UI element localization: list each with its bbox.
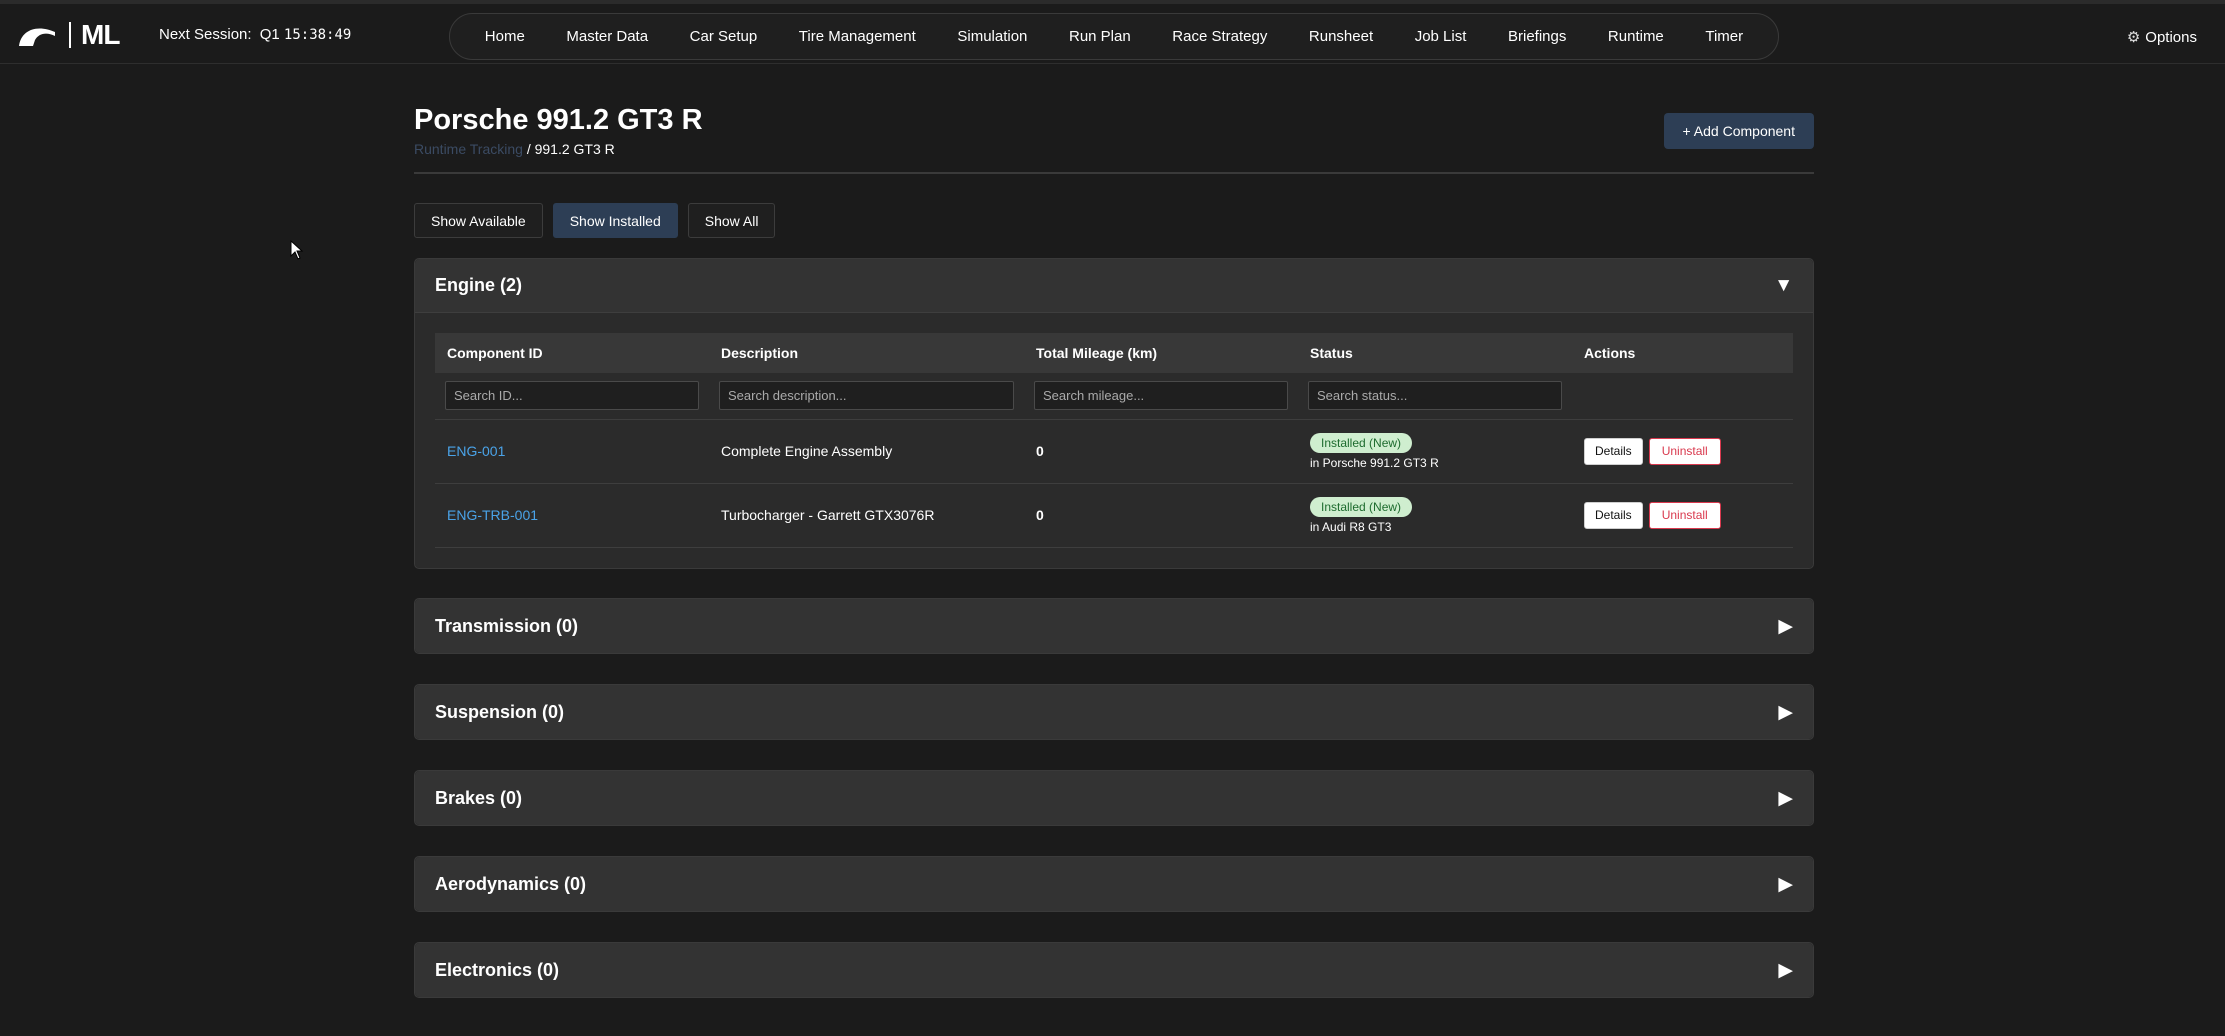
nav-home[interactable]: Home: [479, 24, 531, 49]
component-id-link[interactable]: ENG-001: [447, 443, 505, 459]
logo-text: ML: [81, 19, 120, 50]
status-location: in Audi R8 GT3: [1310, 519, 1392, 534]
expand-arrow-icon: ▶: [1778, 873, 1793, 895]
section-body-engine: Component ID Description Total Mileage (…: [415, 313, 1813, 568]
nav-runtime[interactable]: Runtime: [1602, 24, 1670, 49]
header-divider: [414, 172, 1814, 174]
uninstall-button[interactable]: Uninstall: [1648, 501, 1721, 529]
top-bar: ML Next Session: Q1 15:38:49 Home Master…: [0, 0, 2225, 64]
section-title: Engine (2): [435, 275, 523, 295]
expand-arrow-icon: ▶: [1778, 787, 1793, 809]
page-title: Porsche 991.2 GT3 R: [414, 104, 703, 136]
components-table: Component ID Description Total Mileage (…: [435, 333, 1793, 548]
section-title: Brakes (0): [435, 787, 523, 808]
section-brakes: Brakes (0) ▶: [414, 770, 1814, 826]
search-row: [435, 373, 1793, 420]
section-header-suspension[interactable]: Suspension (0) ▶: [415, 685, 1813, 739]
status-badge: Installed (New): [1310, 432, 1413, 453]
options-button[interactable]: ⚙ Options: [2126, 28, 2197, 47]
nav-simulation[interactable]: Simulation: [951, 24, 1033, 49]
gear-icon: ⚙: [2126, 29, 2141, 46]
nav-master-data[interactable]: Master Data: [560, 24, 654, 49]
component-mileage: 0: [1024, 483, 1298, 548]
column-header-description[interactable]: Description: [709, 333, 1024, 373]
add-component-button[interactable]: + Add Component: [1663, 113, 1814, 149]
table-row: ENG-TRB-001 Turbocharger - Garrett GTX30…: [435, 483, 1793, 548]
search-mileage-input[interactable]: [1034, 381, 1288, 411]
section-title: Electronics (0): [435, 959, 560, 980]
search-status-input[interactable]: [1308, 381, 1562, 411]
options-label: Options: [2145, 28, 2197, 46]
nav-car-setup[interactable]: Car Setup: [684, 24, 764, 49]
component-description: Complete Engine Assembly: [709, 419, 1024, 484]
table-row: ENG-001 Complete Engine Assembly 0 Insta…: [435, 419, 1793, 484]
column-header-status[interactable]: Status: [1298, 333, 1572, 373]
section-header-electronics[interactable]: Electronics (0) ▶: [415, 943, 1813, 997]
status-badge: Installed (New): [1310, 496, 1413, 517]
component-mileage: 0: [1024, 419, 1298, 484]
search-id-input[interactable]: [445, 381, 699, 411]
expand-arrow-icon: ▶: [1778, 959, 1793, 981]
next-session-name: Q1: [259, 26, 280, 43]
nav-briefings[interactable]: Briefings: [1502, 24, 1572, 49]
section-header-aerodynamics[interactable]: Aerodynamics (0) ▶: [415, 857, 1813, 911]
component-description: Turbocharger - Garrett GTX3076R: [709, 483, 1024, 548]
logo-mark-icon: [19, 28, 55, 46]
section-title: Suspension (0): [435, 701, 565, 722]
section-transmission: Transmission (0) ▶: [414, 598, 1814, 654]
breadcrumb-link[interactable]: Runtime Tracking: [414, 141, 523, 157]
main-nav: Home Master Data Car Setup Tire Manageme…: [449, 13, 1779, 60]
section-title: Aerodynamics (0): [435, 873, 587, 894]
column-header-actions: Actions: [1572, 333, 1793, 373]
section-engine: Engine (2) ▼ Component ID Description To…: [414, 258, 1814, 569]
section-electronics: Electronics (0) ▶: [414, 942, 1814, 998]
collapse-arrow-icon: ▼: [1774, 274, 1793, 296]
section-aerodynamics: Aerodynamics (0) ▶: [414, 856, 1814, 912]
nav-timer[interactable]: Timer: [1699, 24, 1749, 49]
section-header-transmission[interactable]: Transmission (0) ▶: [415, 599, 1813, 653]
filter-group: Show Available Show Installed Show All: [414, 203, 776, 238]
section-header-brakes[interactable]: Brakes (0) ▶: [415, 771, 1813, 825]
logo-divider: [69, 22, 71, 48]
search-description-input[interactable]: [719, 381, 1014, 411]
next-session-time: 15:38:49: [283, 27, 352, 43]
uninstall-button[interactable]: Uninstall: [1648, 437, 1721, 465]
column-header-mileage[interactable]: Total Mileage (km): [1024, 333, 1298, 373]
section-header-engine[interactable]: Engine (2) ▼: [415, 259, 1813, 313]
mouse-cursor-icon: [290, 240, 304, 260]
nav-runsheet[interactable]: Runsheet: [1303, 24, 1379, 49]
nav-tire-management[interactable]: Tire Management: [793, 24, 922, 49]
expand-arrow-icon: ▶: [1778, 615, 1793, 637]
show-available-button[interactable]: Show Available: [414, 203, 543, 238]
app-logo[interactable]: ML: [17, 18, 120, 52]
details-button[interactable]: Details: [1584, 437, 1643, 465]
breadcrumb: Runtime Tracking / 991.2 GT3 R: [414, 141, 615, 157]
show-all-button[interactable]: Show All: [687, 203, 776, 238]
nav-job-list[interactable]: Job List: [1409, 24, 1473, 49]
next-session-label: Next Session:: [159, 26, 252, 43]
show-installed-button[interactable]: Show Installed: [552, 203, 678, 238]
nav-race-strategy[interactable]: Race Strategy: [1166, 24, 1273, 49]
next-session: Next Session: Q1 15:38:49: [159, 26, 351, 43]
table-header-row: Component ID Description Total Mileage (…: [435, 333, 1793, 373]
status-location: in Porsche 991.2 GT3 R: [1310, 455, 1439, 470]
details-button[interactable]: Details: [1584, 501, 1643, 529]
component-id-link[interactable]: ENG-TRB-001: [447, 507, 538, 523]
column-header-component-id[interactable]: Component ID: [435, 333, 709, 373]
expand-arrow-icon: ▶: [1778, 701, 1793, 723]
nav-run-plan[interactable]: Run Plan: [1063, 24, 1137, 49]
section-suspension: Suspension (0) ▶: [414, 684, 1814, 740]
section-title: Transmission (0): [435, 615, 579, 636]
breadcrumb-current: / 991.2 GT3 R: [526, 141, 615, 157]
